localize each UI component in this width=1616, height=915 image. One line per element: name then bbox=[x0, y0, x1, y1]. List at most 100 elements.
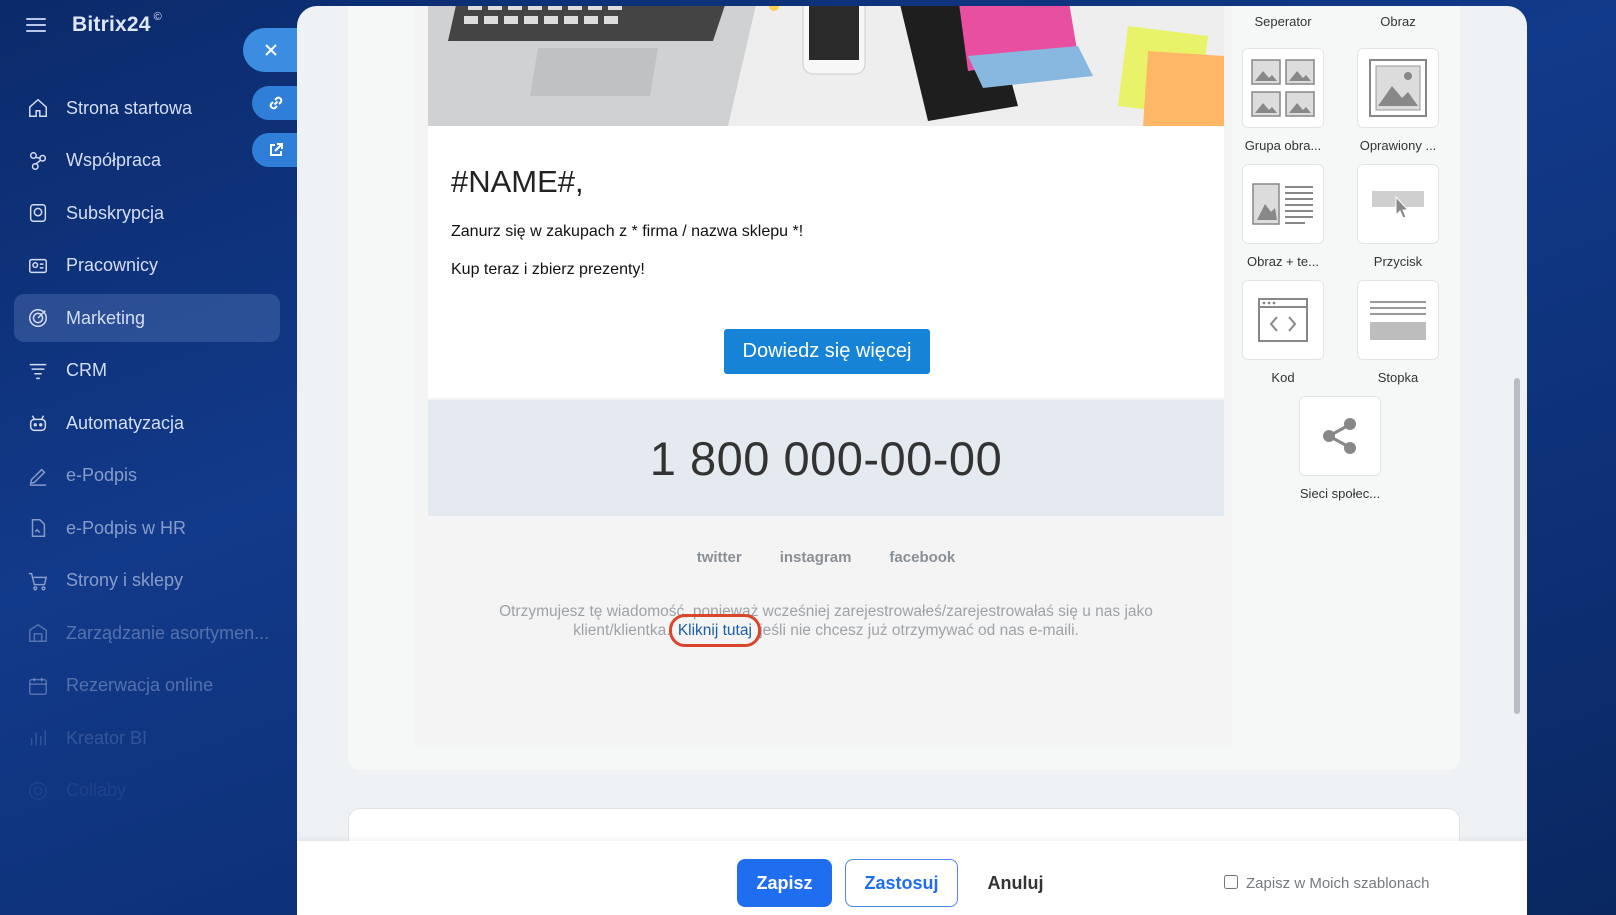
crm-icon bbox=[26, 359, 50, 383]
sidebar-item-label: CRM bbox=[66, 360, 107, 380]
palette-block-label: Kod bbox=[1271, 370, 1295, 385]
editor-scrollbar-thumb[interactable] bbox=[1514, 378, 1520, 714]
sidebar-item-crm[interactable]: CRM bbox=[14, 347, 280, 395]
automation-icon bbox=[26, 411, 50, 435]
unsubscribe-text-after: jeśli nie chcesz już otrzymywać od nas e… bbox=[759, 622, 1079, 639]
copy-link-button[interactable] bbox=[252, 86, 300, 120]
phone-block[interactable]: 1 800 000-00-00 bbox=[428, 400, 1224, 516]
palette-block-footer[interactable]: Stopka bbox=[1338, 280, 1458, 385]
palette-block-label: Przycisk bbox=[1373, 254, 1423, 269]
main-nav: Strona startowa Współpraca Subskrypcja P… bbox=[14, 84, 280, 819]
save-template-option[interactable]: Zapisz w Moich szablonach bbox=[1224, 874, 1430, 892]
sidebar-item-home[interactable]: Strona startowa bbox=[14, 84, 280, 132]
email-body-block[interactable]: #NAME#, Zanurz się w zakupach z * firma … bbox=[428, 126, 1224, 398]
palette-block-social[interactable]: Sieci społec... bbox=[1280, 396, 1400, 501]
save-button[interactable]: Zapisz bbox=[737, 859, 832, 907]
facebook-link[interactable]: facebook bbox=[889, 549, 955, 566]
sidebar-item-label: Zarządzanie asortymen... bbox=[66, 622, 270, 643]
sidebar-item-esign[interactable]: e-Podpis bbox=[14, 452, 280, 500]
palette-block-button[interactable]: Przycisk bbox=[1338, 164, 1458, 269]
share-icon bbox=[1299, 396, 1381, 476]
palette-block-code[interactable]: Kod bbox=[1223, 280, 1343, 385]
editor-card: #NAME#, Zanurz się w zakupach z * firma … bbox=[348, 6, 1460, 770]
marketing-icon bbox=[26, 306, 50, 330]
hero-image-art bbox=[428, 6, 1224, 126]
sidebar-item-inventory[interactable]: Zarządzanie asortymen... bbox=[14, 609, 280, 657]
email-text-line-2: Kup teraz i zbierz prezenty! bbox=[451, 261, 645, 278]
palette-block-label: Obraz + te... bbox=[1247, 254, 1319, 269]
sidebar-item-label: e-Podpis bbox=[66, 465, 138, 485]
sidebar-item-collab[interactable]: Współpraca bbox=[14, 137, 280, 185]
sidebar-item-subscription[interactable]: Subskrypcja bbox=[14, 189, 280, 237]
blocks-palette: Seperator Obraz Grupa obra... Oprawiony … bbox=[1235, 6, 1465, 756]
cancel-button[interactable]: Anuluj bbox=[973, 859, 1058, 907]
close-slider-button[interactable] bbox=[243, 28, 299, 72]
sidebar-item-label: Subskrypcja bbox=[66, 202, 165, 223]
palette-block-image-text[interactable]: Obraz + te... bbox=[1223, 164, 1343, 269]
palette-block-label: Oprawiony ... bbox=[1359, 138, 1437, 153]
esign-hr-icon bbox=[26, 516, 50, 540]
sidebar-item-label: Rezerwacja online bbox=[66, 675, 214, 695]
left-sidebar: Bitrix24 © Strona startowa Współpraca Su… bbox=[0, 0, 300, 915]
sidebar-item-label: Pracownicy bbox=[66, 255, 159, 275]
palette-block-framed-image[interactable]: Oprawiony ... bbox=[1338, 48, 1458, 153]
code-icon bbox=[1242, 280, 1324, 360]
email-text-line-1: Zanurz się w zakupach z * firma / nazwa … bbox=[451, 223, 804, 240]
email-greeting: #NAME#, bbox=[451, 164, 584, 199]
collab-icon bbox=[26, 149, 50, 173]
image-text-icon bbox=[1242, 164, 1324, 244]
open-new-window-button[interactable] bbox=[252, 133, 300, 167]
apply-button[interactable]: Zastosuj bbox=[845, 859, 958, 907]
palette-block-image-group[interactable]: Grupa obra... bbox=[1223, 48, 1343, 153]
sidebar-item-bi[interactable]: Kreator BI bbox=[14, 714, 280, 762]
hero-image[interactable] bbox=[428, 6, 1224, 126]
close-icon bbox=[265, 44, 277, 56]
menu-icon[interactable] bbox=[26, 18, 46, 32]
image-group-icon bbox=[1242, 48, 1324, 128]
collaby-icon bbox=[26, 779, 50, 803]
editor-footer: Zapisz Zastosuj Anuluj Zapisz w Moich sz… bbox=[297, 841, 1527, 915]
unsubscribe-text: Otrzymujesz tę wiadomość, ponieważ wcześ… bbox=[478, 602, 1174, 640]
sidebar-item-label: Collaby bbox=[66, 780, 127, 800]
inventory-icon bbox=[26, 621, 50, 645]
sidebar-item-automation[interactable]: Automatyzacja bbox=[14, 399, 280, 447]
unsubscribe-link[interactable]: Kliknij tutaj bbox=[675, 622, 755, 639]
sidebar-item-label: e-Podpis w HR bbox=[66, 517, 187, 538]
sidebar-item-label: Strona startowa bbox=[66, 97, 193, 118]
brand-name[interactable]: Bitrix24 bbox=[72, 13, 151, 37]
palette-block-label: Grupa obra... bbox=[1244, 138, 1322, 153]
sidebar-item-label: Strony i sklepy bbox=[66, 570, 184, 590]
chart-icon bbox=[26, 726, 50, 750]
palette-block-label: Sieci społec... bbox=[1299, 486, 1381, 501]
esign-icon bbox=[26, 464, 50, 488]
sidebar-item-employees[interactable]: Pracownicy bbox=[14, 242, 280, 290]
sidebar-item-label: Marketing bbox=[66, 307, 146, 328]
employees-icon bbox=[26, 254, 50, 278]
home-icon bbox=[26, 96, 50, 120]
palette-label-separator[interactable]: Seperator bbox=[1238, 14, 1328, 29]
framed-image-icon bbox=[1357, 48, 1439, 128]
link-icon bbox=[269, 96, 283, 110]
sidebar-item-booking[interactable]: Rezerwacja online bbox=[14, 662, 280, 710]
sidebar-item-esign-hr[interactable]: e-Podpis w HR bbox=[14, 504, 280, 552]
email-cta-button[interactable]: Dowiedz się więcej bbox=[724, 329, 930, 374]
save-template-checkbox[interactable] bbox=[1224, 874, 1238, 889]
sidebar-item-marketing[interactable]: Marketing bbox=[14, 294, 280, 342]
sidebar-item-label: Kreator BI bbox=[66, 727, 148, 748]
external-link-icon bbox=[270, 143, 283, 156]
palette-label-image[interactable]: Obraz bbox=[1353, 14, 1443, 29]
footer-block-icon bbox=[1357, 280, 1439, 360]
editor-slider: #NAME#, Zanurz się w zakupach z * firma … bbox=[297, 6, 1527, 915]
palette-block-label: Stopka bbox=[1377, 370, 1419, 385]
brand-mark: © bbox=[153, 11, 162, 23]
twitter-link[interactable]: twitter bbox=[697, 549, 742, 566]
sidebar-item-collaby[interactable]: Collaby bbox=[14, 767, 280, 815]
brand: Bitrix24 © bbox=[26, 10, 162, 40]
cart-icon bbox=[26, 569, 50, 593]
sidebar-item-shops[interactable]: Strony i sklepy bbox=[14, 557, 280, 605]
save-template-label: Zapisz w Moich szablonach bbox=[1246, 875, 1430, 892]
subscription-icon bbox=[26, 201, 50, 225]
sidebar-item-label: Współpraca bbox=[66, 150, 162, 170]
phone-number: 1 800 000-00-00 bbox=[649, 431, 1003, 485]
instagram-link[interactable]: instagram bbox=[780, 549, 852, 566]
